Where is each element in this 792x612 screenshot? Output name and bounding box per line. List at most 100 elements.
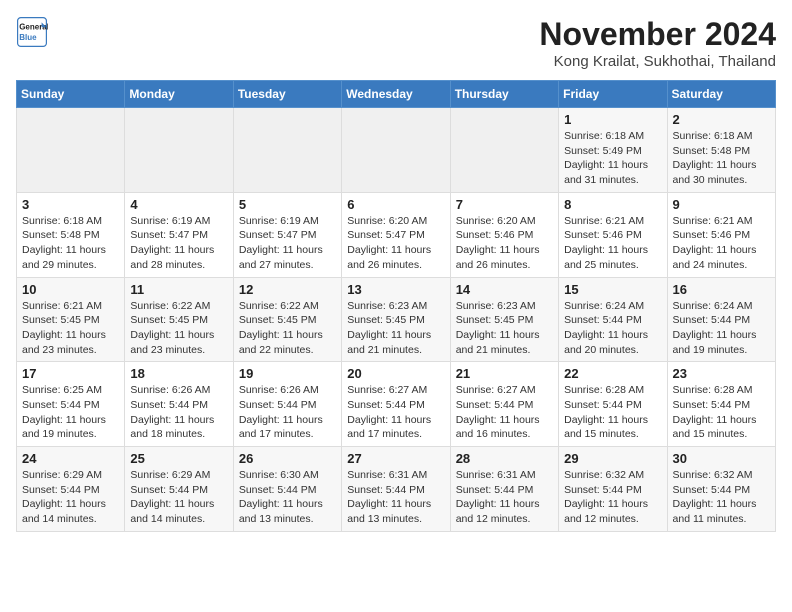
day-info: Sunrise: 6:26 AM Sunset: 5:44 PM Dayligh… (130, 383, 227, 442)
weekday-header-wednesday: Wednesday (342, 81, 450, 108)
calendar-cell: 23Sunrise: 6:28 AM Sunset: 5:44 PM Dayli… (667, 362, 775, 447)
week-row-2: 3Sunrise: 6:18 AM Sunset: 5:48 PM Daylig… (17, 192, 776, 277)
calendar-cell: 25 Sunrise: 6:29 AM Sunset: 5:44 PM Dayli… (125, 447, 233, 532)
day-number: 30 (673, 451, 770, 466)
calendar-cell (233, 108, 341, 193)
calendar-cell: 18 Sunrise: 6:26 AM Sunset: 5:44 PM Dayli… (125, 362, 233, 447)
day-number: 14 (456, 282, 553, 297)
weekday-header-saturday: Saturday (667, 81, 775, 108)
calendar-cell: 29Sunrise: 6:32 AM Sunset: 5:44 PM Dayli… (559, 447, 667, 532)
day-info: Sunrise: 6:29 AM Sunset: 5:44 PM Dayligh… (22, 468, 119, 527)
day-number: 3 (22, 197, 119, 212)
calendar-cell (342, 108, 450, 193)
calendar-cell: 21 Sunrise: 6:27 AM Sunset: 5:44 PM Dayli… (450, 362, 558, 447)
calendar-cell: 1 Sunrise: 6:18 AM Sunset: 5:49 PM Daylig… (559, 108, 667, 193)
weekday-header-monday: Monday (125, 81, 233, 108)
day-info: Sunrise: 6:21 AM Sunset: 5:46 PM Dayligh… (673, 214, 770, 273)
calendar-cell: 7Sunrise: 6:20 AM Sunset: 5:46 PM Daylig… (450, 192, 558, 277)
calendar-cell (17, 108, 125, 193)
day-info: Sunrise: 6:26 AM Sunset: 5:44 PM Dayligh… (239, 383, 336, 442)
calendar-cell: 12 Sunrise: 6:22 AM Sunset: 5:45 PM Dayli… (233, 277, 341, 362)
month-title: November 2024 (539, 16, 776, 53)
calendar-cell (125, 108, 233, 193)
day-info: Sunrise: 6:18 AM Sunset: 5:49 PM Dayligh… (564, 129, 661, 188)
calendar-cell: 16 Sunrise: 6:24 AM Sunset: 5:44 PM Dayli… (667, 277, 775, 362)
day-number: 19 (239, 366, 336, 381)
calendar-cell: 5 Sunrise: 6:19 AM Sunset: 5:47 PM Daylig… (233, 192, 341, 277)
day-info: Sunrise: 6:27 AM Sunset: 5:44 PM Dayligh… (456, 383, 553, 442)
day-number: 10 (22, 282, 119, 297)
calendar-cell: 24 Sunrise: 6:29 AM Sunset: 5:44 PM Dayli… (17, 447, 125, 532)
day-number: 7 (456, 197, 553, 212)
day-number: 1 (564, 112, 661, 127)
day-info: Sunrise: 6:20 AM Sunset: 5:47 PM Dayligh… (347, 214, 444, 273)
day-info: Sunrise: 6:25 AM Sunset: 5:44 PM Dayligh… (22, 383, 119, 442)
day-info: Sunrise: 6:24 AM Sunset: 5:44 PM Dayligh… (564, 299, 661, 358)
day-number: 18 (130, 366, 227, 381)
day-number: 6 (347, 197, 444, 212)
calendar-cell: 17Sunrise: 6:25 AM Sunset: 5:44 PM Dayli… (17, 362, 125, 447)
weekday-header-row: SundayMondayTuesdayWednesdayThursdayFrid… (17, 81, 776, 108)
day-number: 12 (239, 282, 336, 297)
day-number: 23 (673, 366, 770, 381)
day-info: Sunrise: 6:30 AM Sunset: 5:44 PM Dayligh… (239, 468, 336, 527)
calendar-cell: 8Sunrise: 6:21 AM Sunset: 5:46 PM Daylig… (559, 192, 667, 277)
week-row-3: 10 Sunrise: 6:21 AM Sunset: 5:45 PM Dayli… (17, 277, 776, 362)
day-info: Sunrise: 6:24 AM Sunset: 5:44 PM Dayligh… (673, 299, 770, 358)
day-number: 13 (347, 282, 444, 297)
calendar-cell: 4 Sunrise: 6:19 AM Sunset: 5:47 PM Daylig… (125, 192, 233, 277)
calendar-cell: 19 Sunrise: 6:26 AM Sunset: 5:44 PM Dayli… (233, 362, 341, 447)
week-row-4: 17Sunrise: 6:25 AM Sunset: 5:44 PM Dayli… (17, 362, 776, 447)
day-info: Sunrise: 6:29 AM Sunset: 5:44 PM Dayligh… (130, 468, 227, 527)
calendar-cell (450, 108, 558, 193)
calendar-cell: 30 Sunrise: 6:32 AM Sunset: 5:44 PM Dayli… (667, 447, 775, 532)
day-number: 21 (456, 366, 553, 381)
calendar-cell: 15 Sunrise: 6:24 AM Sunset: 5:44 PM Dayli… (559, 277, 667, 362)
calendar-cell: 3Sunrise: 6:18 AM Sunset: 5:48 PM Daylig… (17, 192, 125, 277)
day-info: Sunrise: 6:23 AM Sunset: 5:45 PM Dayligh… (456, 299, 553, 358)
day-number: 24 (22, 451, 119, 466)
day-info: Sunrise: 6:27 AM Sunset: 5:44 PM Dayligh… (347, 383, 444, 442)
day-number: 20 (347, 366, 444, 381)
day-info: Sunrise: 6:28 AM Sunset: 5:44 PM Dayligh… (564, 383, 661, 442)
week-row-1: 1 Sunrise: 6:18 AM Sunset: 5:49 PM Daylig… (17, 108, 776, 193)
day-number: 8 (564, 197, 661, 212)
day-info: Sunrise: 6:21 AM Sunset: 5:45 PM Dayligh… (22, 299, 119, 358)
day-number: 5 (239, 197, 336, 212)
day-info: Sunrise: 6:31 AM Sunset: 5:44 PM Dayligh… (456, 468, 553, 527)
calendar-cell: 2Sunrise: 6:18 AM Sunset: 5:48 PM Daylig… (667, 108, 775, 193)
location: Kong Krailat, Sukhothai, Thailand (539, 53, 776, 70)
day-number: 16 (673, 282, 770, 297)
calendar-cell: 13Sunrise: 6:23 AM Sunset: 5:45 PM Dayli… (342, 277, 450, 362)
day-number: 22 (564, 366, 661, 381)
day-number: 25 (130, 451, 227, 466)
calendar-cell: 9 Sunrise: 6:21 AM Sunset: 5:46 PM Daylig… (667, 192, 775, 277)
day-info: Sunrise: 6:32 AM Sunset: 5:44 PM Dayligh… (673, 468, 770, 527)
calendar-cell: 20 Sunrise: 6:27 AM Sunset: 5:44 PM Dayli… (342, 362, 450, 447)
weekday-header-sunday: Sunday (17, 81, 125, 108)
day-number: 27 (347, 451, 444, 466)
day-number: 15 (564, 282, 661, 297)
day-info: Sunrise: 6:18 AM Sunset: 5:48 PM Dayligh… (673, 129, 770, 188)
logo-icon: General Blue (16, 16, 48, 48)
day-number: 9 (673, 197, 770, 212)
calendar-cell: 27Sunrise: 6:31 AM Sunset: 5:44 PM Dayli… (342, 447, 450, 532)
day-number: 11 (130, 282, 227, 297)
day-number: 4 (130, 197, 227, 212)
day-number: 29 (564, 451, 661, 466)
day-info: Sunrise: 6:22 AM Sunset: 5:45 PM Dayligh… (130, 299, 227, 358)
calendar-cell: 26Sunrise: 6:30 AM Sunset: 5:44 PM Dayli… (233, 447, 341, 532)
day-info: Sunrise: 6:19 AM Sunset: 5:47 PM Dayligh… (130, 214, 227, 273)
day-info: Sunrise: 6:22 AM Sunset: 5:45 PM Dayligh… (239, 299, 336, 358)
calendar-cell: 28 Sunrise: 6:31 AM Sunset: 5:44 PM Dayli… (450, 447, 558, 532)
svg-text:Blue: Blue (19, 33, 37, 42)
day-number: 28 (456, 451, 553, 466)
day-info: Sunrise: 6:19 AM Sunset: 5:47 PM Dayligh… (239, 214, 336, 273)
calendar-cell: 6 Sunrise: 6:20 AM Sunset: 5:47 PM Daylig… (342, 192, 450, 277)
logo: General Blue (16, 16, 48, 48)
weekday-header-thursday: Thursday (450, 81, 558, 108)
weekday-header-friday: Friday (559, 81, 667, 108)
page-header: General Blue November 2024 Kong Krailat,… (16, 16, 776, 70)
calendar-cell: 10 Sunrise: 6:21 AM Sunset: 5:45 PM Dayli… (17, 277, 125, 362)
calendar-cell: 22 Sunrise: 6:28 AM Sunset: 5:44 PM Dayli… (559, 362, 667, 447)
